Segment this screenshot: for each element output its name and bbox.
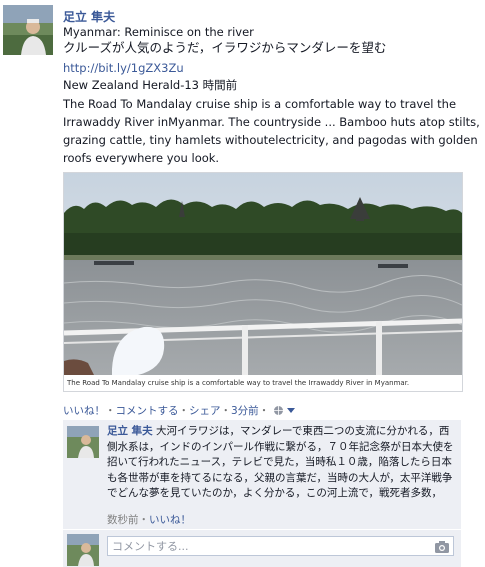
- globe-icon[interactable]: [273, 405, 284, 419]
- source-time: New Zealand Herald-13 時間前: [63, 78, 238, 92]
- photo-caption: The Road To Mandalay cruise ship is a co…: [64, 375, 462, 391]
- separator: ・: [258, 405, 270, 417]
- comment-like-link[interactable]: いいね！: [149, 514, 191, 526]
- comment-link[interactable]: コメントする: [116, 405, 179, 417]
- comment-time[interactable]: 数秒前: [107, 514, 139, 526]
- commenter-avatar[interactable]: [67, 426, 99, 458]
- commenter-name[interactable]: 足立 隼夫: [107, 425, 153, 437]
- like-link[interactable]: いいね！: [63, 405, 105, 417]
- comment-meta: 数秒前・いいね！: [107, 512, 191, 527]
- reply-row: コメントする...: [63, 530, 461, 567]
- current-user-avatar: [67, 534, 99, 566]
- separator: ・: [178, 405, 190, 417]
- separator: ・: [105, 405, 116, 417]
- camera-icon[interactable]: [435, 540, 449, 560]
- comment-body: 足立 隼夫 大河イラワジは，マンダレーで東西二つの支流に分かれる，西側水系は，イ…: [107, 424, 457, 502]
- comment-input[interactable]: コメントする...: [107, 536, 454, 556]
- short-url-link[interactable]: http://bit.ly/1gZX3Zu: [63, 60, 184, 76]
- author-avatar[interactable]: [3, 5, 53, 55]
- link-title: Myanmar: Reminisce on the river: [63, 25, 254, 39]
- article-description: The Road To Mandalay cruise ship is a co…: [63, 97, 480, 165]
- separator: ・: [220, 405, 232, 417]
- post-author-name[interactable]: 足立 隼夫: [63, 8, 115, 25]
- post-time-link[interactable]: 3分前: [231, 405, 259, 417]
- post-japanese-text: クルーズが人気のようだ，イラワジからマンダレーを望む: [63, 40, 387, 55]
- share-link[interactable]: シェア: [189, 405, 221, 417]
- comment-item: 足立 隼夫 大河イラワジは，マンダレーで東西二つの支流に分かれる，西側水系は，イ…: [63, 420, 461, 529]
- comment-input-placeholder: コメントする...: [112, 540, 189, 553]
- separator: ・: [138, 514, 150, 526]
- chevron-down-icon[interactable]: [286, 405, 295, 417]
- article-photo[interactable]: The Road To Mandalay cruise ship is a co…: [63, 172, 463, 392]
- comment-text: 大河イラワジは，マンダレーで東西二つの支流に分かれる，西側水系は，インドのインパ…: [107, 425, 454, 500]
- post-actions: いいね！・コメントする・シェア・3分前・: [63, 403, 295, 419]
